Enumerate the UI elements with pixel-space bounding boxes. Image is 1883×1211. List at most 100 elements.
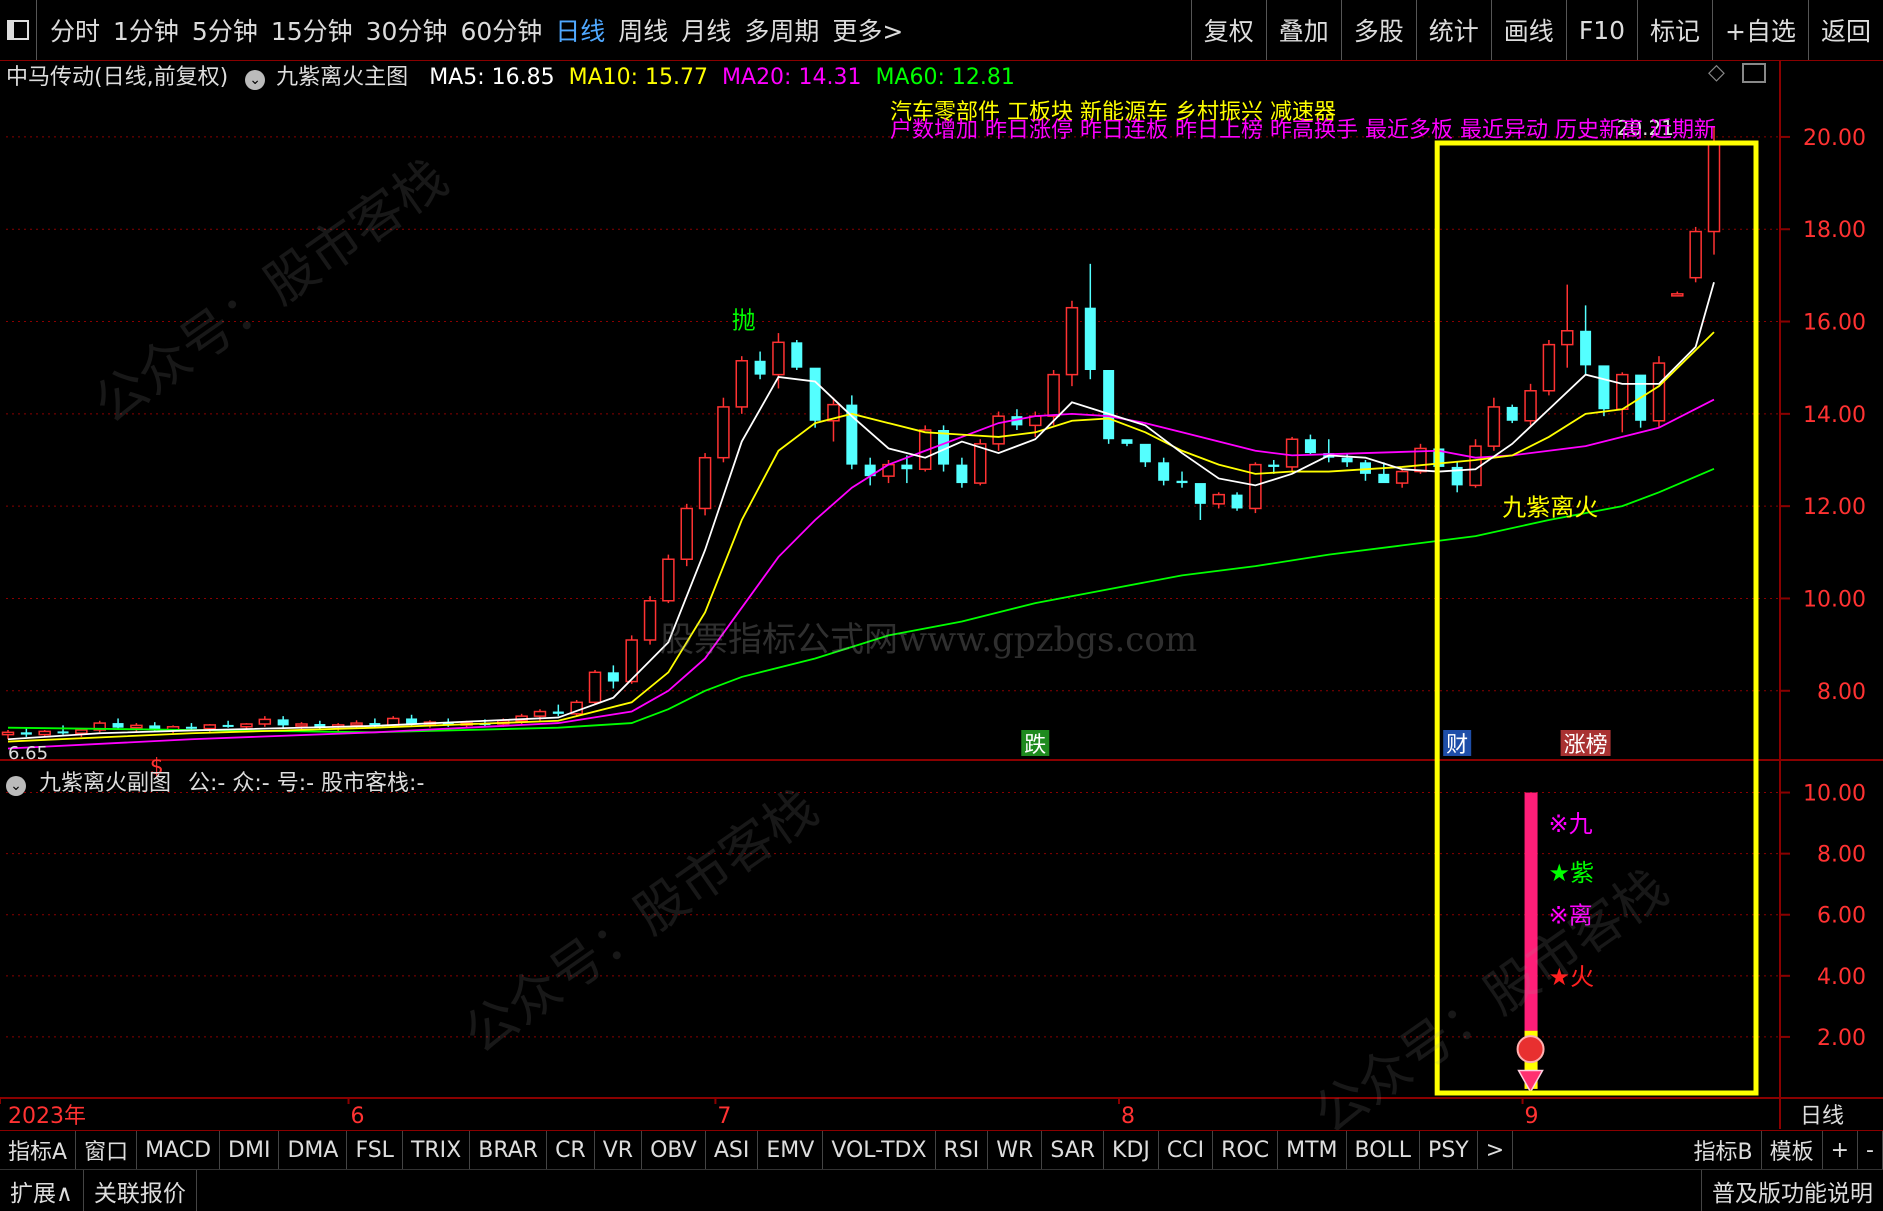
indicator-tab-6[interactable]: TRIX xyxy=(403,1131,470,1169)
candle-81[interactable] xyxy=(1488,407,1499,446)
candle-68[interactable] xyxy=(1250,465,1261,509)
candle-90[interactable] xyxy=(1653,363,1664,421)
period-tab-9[interactable]: 多周期 xyxy=(744,12,819,48)
indicator-tab-8[interactable]: CR xyxy=(547,1131,595,1169)
candle-57[interactable] xyxy=(1048,375,1059,417)
candle-70[interactable] xyxy=(1287,439,1298,467)
candle-0[interactable] xyxy=(3,732,14,734)
candle-65[interactable] xyxy=(1195,483,1206,504)
candle-43[interactable] xyxy=(791,342,802,367)
indicator-tab-18[interactable]: CCI xyxy=(1159,1131,1213,1169)
window-icon[interactable] xyxy=(0,0,37,60)
candle-92[interactable] xyxy=(1690,232,1701,278)
indicator-tab-16[interactable]: SAR xyxy=(1042,1131,1104,1169)
toolbar-button-0[interactable]: 复权 xyxy=(1191,0,1266,60)
candle-76[interactable] xyxy=(1397,472,1408,484)
candle-84[interactable] xyxy=(1543,345,1554,391)
candle-12[interactable] xyxy=(223,725,234,727)
candle-4[interactable] xyxy=(76,730,87,733)
panel-toggle-icon[interactable] xyxy=(1742,63,1766,83)
indicator-tab-9[interactable]: VR xyxy=(595,1131,642,1169)
candle-66[interactable] xyxy=(1213,495,1224,504)
candle-59[interactable] xyxy=(1085,308,1096,370)
diamond-icon[interactable]: ◇ xyxy=(1708,60,1725,85)
candle-14[interactable] xyxy=(259,719,270,724)
indicator-tab-15[interactable]: WR xyxy=(988,1131,1042,1169)
period-tab-5[interactable]: 60分钟 xyxy=(460,12,542,48)
indicator-name[interactable]: 九紫离火主图 xyxy=(276,65,408,90)
indicator-tab-3[interactable]: DMI xyxy=(220,1131,279,1169)
indicator-tab-14[interactable]: RSI xyxy=(936,1131,989,1169)
candle-36[interactable] xyxy=(663,559,674,601)
indicator-tab-20[interactable]: MTM xyxy=(1278,1131,1346,1169)
candle-49[interactable] xyxy=(901,465,912,470)
candle-13[interactable] xyxy=(241,724,252,727)
chevron-down-icon[interactable]: ⌄ xyxy=(6,776,26,796)
candle-16[interactable] xyxy=(296,724,307,726)
indicator-tab-12[interactable]: EMV xyxy=(758,1131,823,1169)
indicator-tab-0[interactable]: 指标A xyxy=(0,1131,76,1169)
candle-86[interactable] xyxy=(1580,331,1591,366)
indicator-tab-11[interactable]: ASI xyxy=(706,1131,759,1169)
candle-71[interactable] xyxy=(1305,439,1316,453)
candle-53[interactable] xyxy=(975,444,986,483)
candle-62[interactable] xyxy=(1140,444,1151,462)
indicator-right-tab-1[interactable]: 模板 xyxy=(1762,1131,1823,1169)
candle-11[interactable] xyxy=(204,725,215,729)
candle-67[interactable] xyxy=(1232,495,1243,509)
sub-indicator-name[interactable]: 九紫离火副图 xyxy=(39,771,171,796)
candle-29[interactable] xyxy=(534,712,545,717)
indicator-tab-4[interactable]: DMA xyxy=(279,1131,347,1169)
indicator-tab-1[interactable]: 窗口 xyxy=(76,1131,137,1169)
candle-3[interactable] xyxy=(58,731,69,733)
candle-19[interactable] xyxy=(351,723,362,725)
toolbar-button-1[interactable]: 叠加 xyxy=(1266,0,1341,60)
candle-40[interactable] xyxy=(736,361,747,407)
toolbar-button-6[interactable]: 标记 xyxy=(1637,0,1712,60)
candle-60[interactable] xyxy=(1103,370,1114,439)
candle-6[interactable] xyxy=(113,723,124,728)
toolbar-button-5[interactable]: F10 xyxy=(1566,0,1637,60)
candle-15[interactable] xyxy=(278,719,289,725)
indicator-tab-23[interactable]: > xyxy=(1478,1131,1513,1169)
indicator-tab-2[interactable]: MACD xyxy=(137,1131,220,1169)
candle-83[interactable] xyxy=(1525,391,1536,421)
candle-63[interactable] xyxy=(1158,462,1169,480)
candle-58[interactable] xyxy=(1066,308,1077,375)
candle-74[interactable] xyxy=(1360,462,1371,474)
indicator-right-tab-0[interactable]: 指标B xyxy=(1686,1131,1762,1169)
candle-64[interactable] xyxy=(1177,481,1188,483)
period-tab-0[interactable]: 分时 xyxy=(50,12,100,48)
toolbar-button-2[interactable]: 多股 xyxy=(1341,0,1416,60)
indicator-tab-13[interactable]: VOL-TDX xyxy=(823,1131,935,1169)
candle-44[interactable] xyxy=(810,368,821,421)
candle-2[interactable] xyxy=(39,731,50,734)
period-tab-6[interactable]: 日线 xyxy=(555,12,605,48)
indicator-tab-22[interactable]: PSY xyxy=(1420,1131,1478,1169)
period-tab-4[interactable]: 30分钟 xyxy=(366,12,448,48)
indicator-right-tab-2[interactable]: + xyxy=(1823,1131,1858,1169)
indicator-tab-10[interactable]: OBV xyxy=(642,1131,706,1169)
period-tab-2[interactable]: 5分钟 xyxy=(192,12,258,48)
indicator-tab-17[interactable]: KDJ xyxy=(1104,1131,1159,1169)
expand-button[interactable]: 扩展∧ xyxy=(0,1170,84,1211)
toolbar-button-4[interactable]: 画线 xyxy=(1491,0,1566,60)
candle-52[interactable] xyxy=(956,465,967,483)
candle-85[interactable] xyxy=(1562,331,1573,345)
candle-42[interactable] xyxy=(773,342,784,374)
toolbar-button-3[interactable]: 统计 xyxy=(1416,0,1491,60)
candle-37[interactable] xyxy=(681,508,692,559)
chevron-down-icon[interactable]: ⌄ xyxy=(245,70,265,90)
candle-61[interactable] xyxy=(1121,439,1132,444)
candle-73[interactable] xyxy=(1342,458,1353,463)
candle-10[interactable] xyxy=(186,727,197,729)
period-tab-10[interactable]: 更多> xyxy=(832,12,903,48)
candle-87[interactable] xyxy=(1598,365,1609,409)
period-tab-7[interactable]: 周线 xyxy=(618,12,668,48)
candle-39[interactable] xyxy=(718,407,729,458)
related-quote-button[interactable]: 关联报价 xyxy=(84,1170,197,1211)
indicator-tab-7[interactable]: BRAR xyxy=(470,1131,547,1169)
period-tab-8[interactable]: 月线 xyxy=(681,12,731,48)
kline-chart[interactable]: 8.0010.0012.0014.0016.0018.0020.002.004.… xyxy=(0,61,1883,1129)
toolbar-button-8[interactable]: 返回 xyxy=(1808,0,1883,60)
